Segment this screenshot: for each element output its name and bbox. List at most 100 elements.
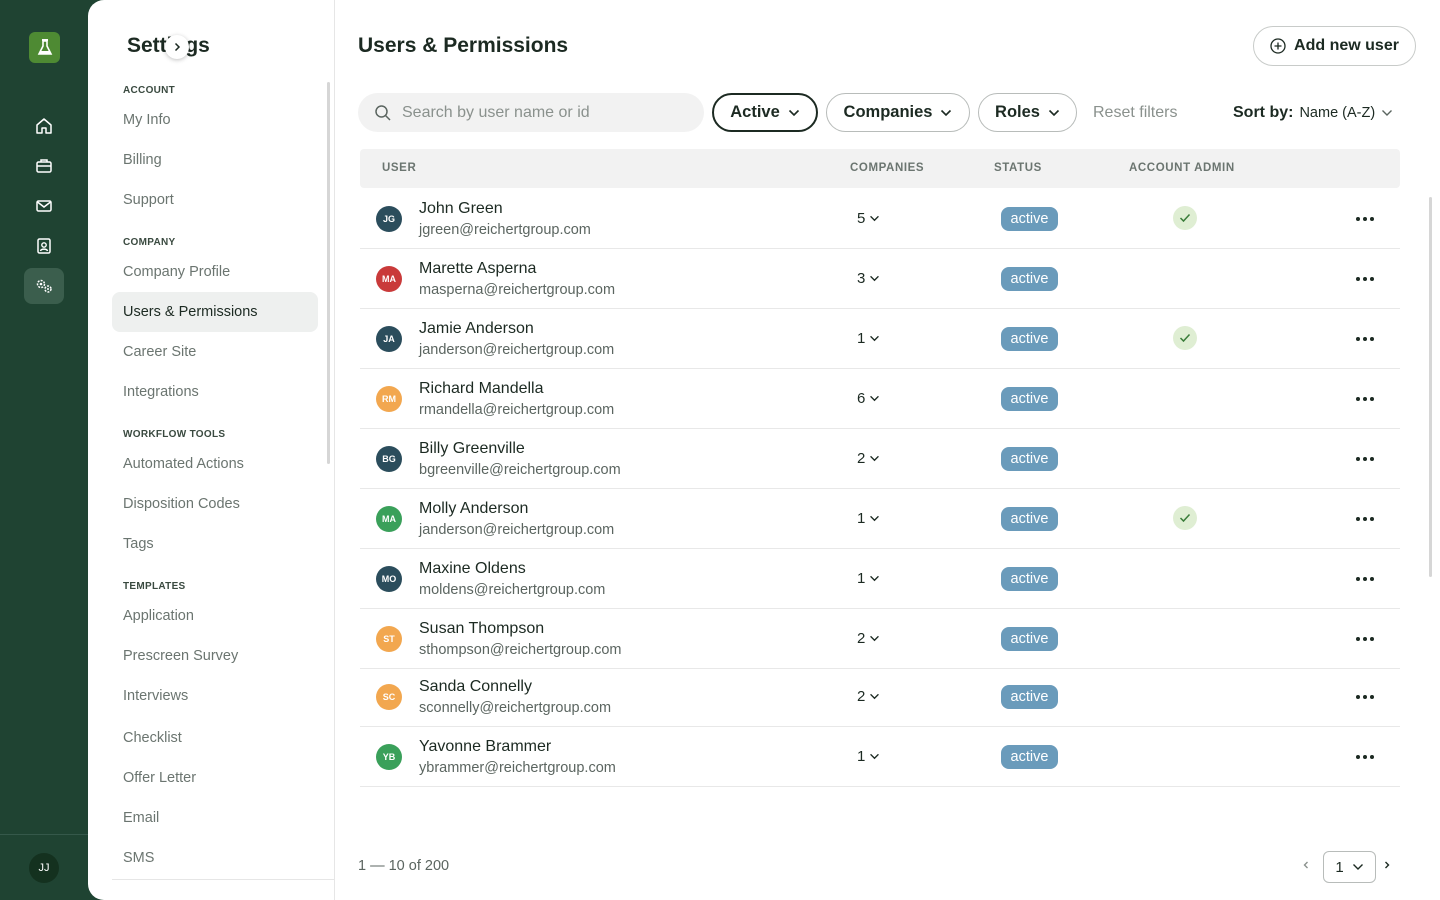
user-name[interactable]: Maxine Oldens <box>419 560 526 578</box>
sidebar-item-email[interactable]: Email <box>112 798 318 838</box>
search-input[interactable] <box>402 103 692 122</box>
sidebar-item-career-site[interactable]: Career Site <box>112 332 318 372</box>
sidebar-item-checklist[interactable]: Checklist <box>112 718 318 758</box>
table-row[interactable]: ST Susan Thompson sthompson@reichertgroup.… <box>360 609 1400 669</box>
companies-count-dropdown[interactable]: 3 <box>857 270 880 287</box>
more-actions-icon[interactable] <box>1355 747 1375 767</box>
section-account: ACCOUNT <box>123 85 176 96</box>
search-box[interactable] <box>358 93 704 132</box>
companies-count-dropdown[interactable]: 1 <box>857 570 880 587</box>
status-badge: active <box>1001 447 1058 471</box>
table-row[interactable]: YB Yavonne Brammer ybrammer@reichertgroup.… <box>360 727 1400 787</box>
user-name[interactable]: Marette Asperna <box>419 260 536 278</box>
more-actions-icon[interactable] <box>1355 209 1375 229</box>
column-user[interactable]: USER <box>382 162 416 174</box>
column-status[interactable]: STATUS <box>994 162 1042 174</box>
filter-roles-dropdown[interactable]: Roles <box>978 93 1077 132</box>
sidebar-scrollbar[interactable] <box>327 82 330 464</box>
companies-count-dropdown[interactable]: 5 <box>857 210 880 227</box>
expand-sidebar-button[interactable] <box>165 35 189 59</box>
user-name[interactable]: Richard Mandella <box>419 380 544 398</box>
sidebar-item-disposition-codes[interactable]: Disposition Codes <box>112 484 318 524</box>
next-page-button[interactable] <box>1382 858 1392 877</box>
previous-page-button[interactable] <box>1301 858 1311 877</box>
sidebar-item-users-permissions[interactable]: Users & Permissions <box>112 292 318 332</box>
filter-companies-dropdown[interactable]: Companies <box>826 93 970 132</box>
sidebar-item-integrations[interactable]: Integrations <box>112 372 318 412</box>
table-row[interactable]: MO Maxine Oldens moldens@reichertgroup.com… <box>360 549 1400 609</box>
user-name[interactable]: John Green <box>419 200 503 218</box>
chevron-down-icon <box>1048 109 1060 116</box>
sidebar-item-sms[interactable]: SMS <box>112 838 318 878</box>
table-row[interactable]: MA Marette Asperna masperna@reichertgroup.… <box>360 249 1400 309</box>
table-row[interactable]: RM Richard Mandella rmandella@reichertgrou… <box>360 369 1400 429</box>
add-new-user-button[interactable]: Add new user <box>1253 26 1416 66</box>
briefcase-icon[interactable] <box>24 148 64 184</box>
companies-count-dropdown[interactable]: 1 <box>857 748 880 765</box>
logo-icon[interactable] <box>29 32 60 63</box>
more-actions-icon[interactable] <box>1355 269 1375 289</box>
sort-dropdown[interactable]: Sort by: Name (A-Z) <box>1233 104 1393 122</box>
sidebar-item-application[interactable]: Application <box>112 596 318 636</box>
filter-active-dropdown[interactable]: Active <box>712 93 818 132</box>
chevron-right-icon <box>174 42 181 52</box>
chevron-down-icon <box>870 335 880 342</box>
companies-count-dropdown[interactable]: 2 <box>857 630 880 647</box>
more-actions-icon[interactable] <box>1355 449 1375 469</box>
companies-count: 6 <box>857 390 866 407</box>
sidebar-divider <box>112 879 335 880</box>
user-name[interactable]: Sanda Connelly <box>419 678 532 696</box>
chevron-down-icon <box>870 515 880 522</box>
status-badge: active <box>1001 627 1058 651</box>
mail-icon[interactable] <box>24 188 64 224</box>
status-badge: active <box>1001 387 1058 411</box>
chevron-down-icon <box>870 753 880 760</box>
sidebar-item-my-info[interactable]: My Info <box>112 100 318 140</box>
companies-count-dropdown[interactable]: 2 <box>857 450 880 467</box>
sidebar-item-company-profile[interactable]: Company Profile <box>112 252 318 292</box>
sidebar-item-interviews[interactable]: Interviews <box>112 676 318 716</box>
more-actions-icon[interactable] <box>1355 389 1375 409</box>
companies-count-dropdown[interactable]: 2 <box>857 688 880 705</box>
user-name[interactable]: Jamie Anderson <box>419 320 534 338</box>
companies-count-dropdown[interactable]: 6 <box>857 390 880 407</box>
page-select[interactable]: 1 <box>1323 851 1376 883</box>
chevron-down-icon <box>870 635 880 642</box>
sidebar-item-support[interactable]: Support <box>112 180 318 220</box>
table-row[interactable]: SC Sanda Connelly sconnelly@reichertgroup.… <box>360 667 1400 727</box>
sidebar-item-automated-actions[interactable]: Automated Actions <box>112 444 318 484</box>
table-row[interactable]: JG John Green jgreen@reichertgroup.com 5 act… <box>360 189 1400 249</box>
main-scrollbar[interactable] <box>1429 197 1432 577</box>
user-name[interactable]: Molly Anderson <box>419 500 528 518</box>
table-row[interactable]: JA Jamie Anderson janderson@reichertgroup.… <box>360 309 1400 369</box>
companies-count-dropdown[interactable]: 1 <box>857 510 880 527</box>
sidebar-item-billing[interactable]: Billing <box>112 140 318 180</box>
companies-count-dropdown[interactable]: 1 <box>857 330 880 347</box>
column-account-admin[interactable]: ACCOUNT ADMIN <box>1129 162 1235 174</box>
avatar: RM <box>376 386 402 412</box>
chevron-down-icon <box>870 395 880 402</box>
column-companies[interactable]: COMPANIES <box>850 162 924 174</box>
flask-icon <box>37 38 52 55</box>
table-row[interactable]: MA Molly Anderson janderson@reichertgroup.… <box>360 489 1400 549</box>
sidebar-item-tags[interactable]: Tags <box>112 524 318 564</box>
content-panel: Settings ACCOUNT My Info Billing Support… <box>88 0 1440 900</box>
more-actions-icon[interactable] <box>1355 509 1375 529</box>
user-avatar[interactable]: JJ <box>29 853 59 883</box>
reset-filters-link[interactable]: Reset filters <box>1093 104 1177 122</box>
settings-gears-icon[interactable] <box>24 268 64 304</box>
home-icon[interactable] <box>24 108 64 144</box>
sidebar-item-offer-letter[interactable]: Offer Letter <box>112 758 318 798</box>
user-name[interactable]: Yavonne Brammer <box>419 738 551 756</box>
more-actions-icon[interactable] <box>1355 629 1375 649</box>
status-badge: active <box>1001 567 1058 591</box>
more-actions-icon[interactable] <box>1355 329 1375 349</box>
table-row[interactable]: BG Billy Greenville bgreenville@reichertgr… <box>360 429 1400 489</box>
sidebar-item-prescreen-survey[interactable]: Prescreen Survey <box>112 636 318 676</box>
user-name[interactable]: Billy Greenville <box>419 440 525 458</box>
contact-card-icon[interactable] <box>24 228 64 264</box>
account-admin-check-icon <box>1173 506 1197 530</box>
more-actions-icon[interactable] <box>1355 569 1375 589</box>
user-name[interactable]: Susan Thompson <box>419 620 544 638</box>
more-actions-icon[interactable] <box>1355 687 1375 707</box>
